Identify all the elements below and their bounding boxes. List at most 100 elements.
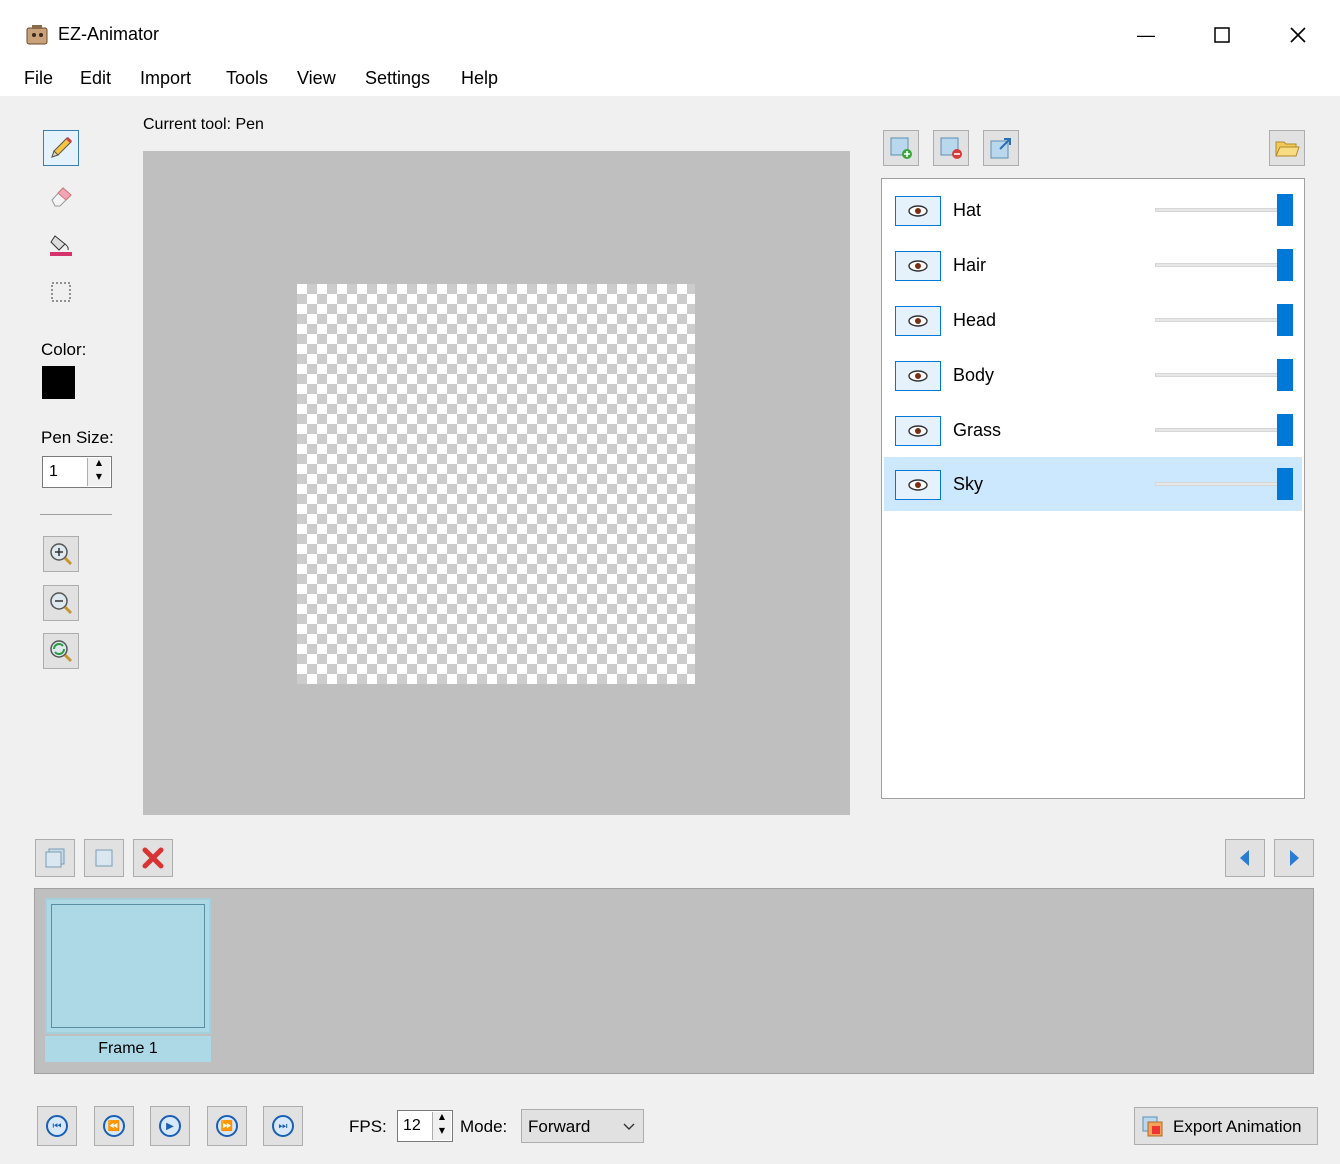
spin-up-icon[interactable]: ▲	[433, 1112, 451, 1126]
layer-opacity-slider[interactable]	[1155, 373, 1291, 377]
menu-import[interactable]: Import	[140, 68, 191, 89]
previous-frame-button[interactable]	[1225, 839, 1265, 877]
layer-row-grass[interactable]: Grass	[884, 403, 1302, 457]
layer-opacity-slider[interactable]	[1155, 428, 1291, 432]
layer-opacity-thumb[interactable]	[1277, 414, 1293, 446]
chevron-down-icon	[623, 1123, 635, 1130]
zoom-reset-icon	[50, 640, 73, 663]
layer-opacity-slider[interactable]	[1155, 318, 1291, 322]
layer-row-hat[interactable]: Hat	[884, 183, 1302, 237]
maximize-button[interactable]	[1196, 14, 1248, 56]
frame-thumbnail[interactable]	[45, 898, 211, 1034]
play-icon: ▶	[159, 1115, 181, 1137]
zoom-in-button[interactable]	[43, 536, 79, 572]
layer-opacity-slider[interactable]	[1155, 208, 1291, 212]
menu-tools[interactable]: Tools	[226, 68, 268, 89]
minimize-button[interactable]: —	[1120, 14, 1172, 56]
color-label: Color:	[41, 340, 87, 359]
mode-value: Forward	[528, 1117, 591, 1136]
folder-open-icon	[1275, 141, 1300, 157]
add-layer-button[interactable]	[883, 130, 919, 166]
arrow-left-icon	[1240, 850, 1249, 866]
duplicate-frame-button[interactable]	[35, 839, 75, 877]
export-layer-icon	[990, 138, 1011, 159]
app-icon	[26, 25, 48, 45]
layer-visibility-toggle[interactable]	[895, 196, 941, 226]
open-layer-button[interactable]	[1269, 130, 1305, 166]
color-swatch[interactable]	[42, 366, 75, 399]
paint-bucket-icon	[50, 235, 72, 256]
layer-opacity-slider[interactable]	[1155, 263, 1291, 267]
layer-visibility-toggle[interactable]	[895, 306, 941, 336]
select-tool-button[interactable]	[43, 274, 79, 310]
export-animation-button[interactable]: Export Animation	[1134, 1107, 1318, 1145]
layer-name: Hair	[953, 255, 987, 275]
duplicate-frame-icon	[45, 848, 65, 868]
rewind-button[interactable]: ⏪	[94, 1106, 134, 1146]
pen-size-label: Pen Size:	[41, 428, 114, 447]
frame-preview	[51, 904, 205, 1028]
zoom-reset-button[interactable]	[43, 633, 79, 669]
layer-opacity-thumb[interactable]	[1277, 304, 1293, 336]
layer-visibility-toggle[interactable]	[895, 470, 941, 500]
drawing-canvas[interactable]	[297, 284, 695, 684]
layer-name: Sky	[953, 474, 984, 494]
layer-opacity-thumb[interactable]	[1277, 249, 1293, 281]
close-button[interactable]	[1272, 14, 1324, 56]
menu-file[interactable]: File	[24, 68, 53, 89]
new-frame-icon	[95, 849, 113, 867]
fps-spinner[interactable]: 12 ▲ ▼	[397, 1110, 453, 1142]
eye-icon	[908, 479, 928, 491]
zoom-out-button[interactable]	[43, 585, 79, 621]
layer-visibility-toggle[interactable]	[895, 251, 941, 281]
skip-to-end-icon: ⏭	[272, 1115, 294, 1137]
window-title: EZ-Animator	[58, 24, 160, 44]
layer-opacity-thumb[interactable]	[1277, 194, 1293, 226]
spin-down-icon[interactable]: ▼	[433, 1126, 451, 1140]
fill-tool-button[interactable]	[43, 226, 79, 262]
eye-icon	[908, 425, 928, 437]
export-layer-button[interactable]	[983, 130, 1019, 166]
layer-row-body[interactable]: Body	[884, 348, 1302, 402]
new-frame-button[interactable]	[84, 839, 124, 877]
layer-visibility-toggle[interactable]	[895, 361, 941, 391]
layer-opacity-thumb[interactable]	[1277, 359, 1293, 391]
eraser-tool-button[interactable]	[43, 178, 79, 214]
fps-value: 12	[403, 1117, 421, 1134]
export-animation-icon	[1142, 1116, 1163, 1137]
spin-down-icon[interactable]: ▼	[88, 472, 110, 486]
layer-opacity-thumb[interactable]	[1277, 468, 1293, 500]
layer-row-hair[interactable]: Hair	[884, 238, 1302, 292]
menu-edit[interactable]: Edit	[80, 68, 111, 89]
pen-size-arrows[interactable]: ▲ ▼	[87, 458, 110, 486]
eraser-icon	[51, 187, 72, 207]
menu-help[interactable]: Help	[461, 68, 498, 89]
last-frame-button[interactable]: ⏭	[263, 1106, 303, 1146]
delete-layer-button[interactable]	[933, 130, 969, 166]
play-button[interactable]: ▶	[150, 1106, 190, 1146]
skip-to-start-icon: ⏮	[46, 1115, 68, 1137]
frame-label: Frame 1	[45, 1036, 211, 1062]
first-frame-button[interactable]: ⏮	[37, 1106, 77, 1146]
menu-view[interactable]: View	[297, 68, 336, 89]
layer-visibility-toggle[interactable]	[895, 416, 941, 446]
fast-forward-button[interactable]: ⏩	[207, 1106, 247, 1146]
next-frame-button[interactable]	[1274, 839, 1314, 877]
layer-name: Grass	[953, 420, 1002, 440]
layer-row-head[interactable]: Head	[884, 293, 1302, 347]
menu-settings[interactable]: Settings	[365, 68, 430, 89]
layer-row-sky[interactable]: Sky	[884, 457, 1302, 511]
current-tool-label: Current tool: Pen	[143, 116, 264, 133]
eye-icon	[908, 205, 928, 217]
frame-timeline	[34, 888, 1314, 1074]
rewind-icon: ⏪	[103, 1115, 125, 1137]
pen-size-spinner[interactable]: 1 ▲ ▼	[42, 456, 112, 488]
spin-up-icon[interactable]: ▲	[88, 458, 110, 472]
pen-size-value: 1	[49, 463, 58, 480]
mode-dropdown[interactable]: Forward	[521, 1109, 644, 1143]
remove-layer-icon	[940, 137, 962, 159]
layer-opacity-slider[interactable]	[1155, 482, 1291, 486]
delete-frame-button[interactable]	[133, 839, 173, 877]
pen-tool-button[interactable]	[43, 130, 79, 166]
fps-arrows[interactable]: ▲ ▼	[432, 1112, 451, 1140]
